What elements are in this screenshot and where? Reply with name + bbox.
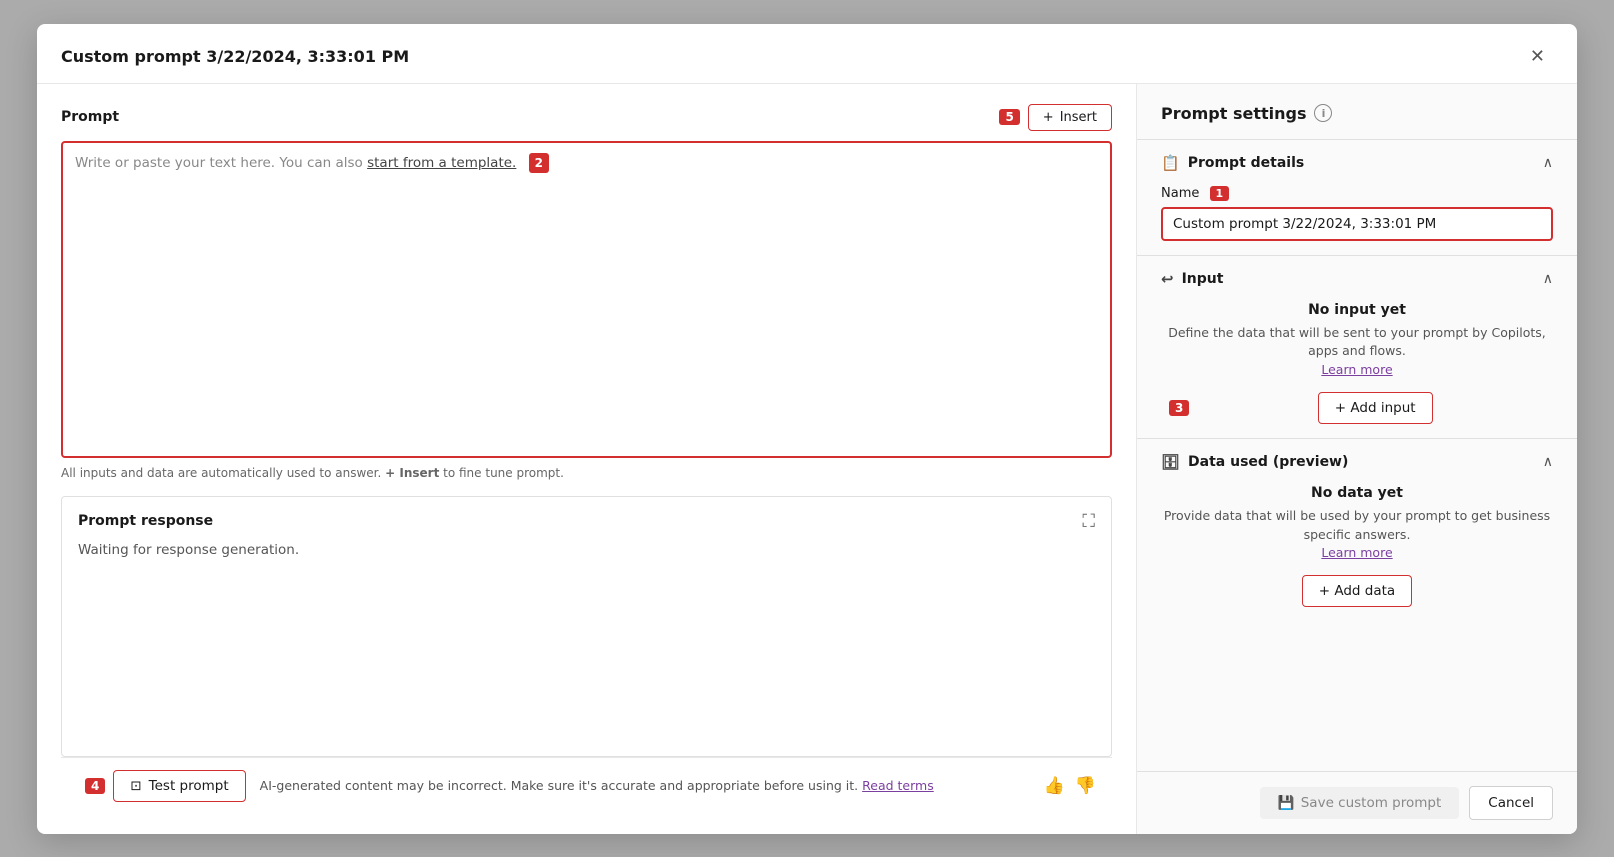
right-panel-header: Prompt settings i xyxy=(1137,84,1577,139)
no-data-desc: Provide data that will be used by your p… xyxy=(1161,507,1553,563)
no-input-desc: Define the data that will be sent to you… xyxy=(1161,324,1553,380)
expand-icon[interactable]: ⛶ xyxy=(1082,511,1095,532)
prompt-details-header[interactable]: 📋 Prompt details ∧ xyxy=(1161,154,1553,172)
data-used-header[interactable]: 🗄 Data used (preview) ∧ xyxy=(1161,453,1553,471)
prompt-details-icon: 📋 xyxy=(1161,154,1180,172)
annotation-badge-5: 5 xyxy=(999,109,1019,125)
prompt-section-header: Prompt 5 + Insert xyxy=(61,104,1112,131)
data-used-content: No data yet Provide data that will be us… xyxy=(1161,485,1553,607)
prompt-details-section: 📋 Prompt details ∧ Name 1 xyxy=(1137,139,1577,255)
add-data-button[interactable]: + Add data xyxy=(1302,575,1412,607)
insert-button[interactable]: + Insert xyxy=(1028,104,1112,131)
input-learn-more-link[interactable]: Learn more xyxy=(1321,362,1392,377)
name-field-label: Name 1 xyxy=(1161,186,1553,201)
modal-body: Prompt 5 + Insert Write or paste your te… xyxy=(37,84,1577,834)
modal-container: Custom prompt 3/22/2024, 3:33:01 PM ✕ Pr… xyxy=(37,24,1577,834)
test-prompt-label: Test prompt xyxy=(149,778,229,794)
response-header: Prompt response ⛶ xyxy=(78,511,1095,532)
data-used-icon: 🗄 xyxy=(1161,453,1180,471)
prompt-section: Prompt 5 + Insert Write or paste your te… xyxy=(61,104,1112,480)
prompt-footer-note: All inputs and data are automatically us… xyxy=(61,466,1112,480)
input-section-header[interactable]: ↩ Input ∧ xyxy=(1161,270,1553,288)
close-icon: ✕ xyxy=(1530,46,1545,66)
input-icon: ↩ xyxy=(1161,270,1174,288)
response-text: Waiting for response generation. xyxy=(78,542,1095,742)
annotation-badge-2: 2 xyxy=(529,153,549,173)
data-used-label: Data used (preview) xyxy=(1188,454,1348,470)
thumbs-up-button[interactable]: 👍 xyxy=(1044,776,1065,796)
bottom-bar: 4 ⊡ Test prompt AI-generated content may… xyxy=(61,757,1112,814)
info-icon[interactable]: i xyxy=(1314,104,1332,122)
test-icon: ⊡ xyxy=(130,778,141,794)
right-panel: Prompt settings i 📋 Prompt details ∧ xyxy=(1137,84,1577,834)
feedback-icons: 👍 👎 xyxy=(1044,776,1096,796)
test-prompt-button[interactable]: ⊡ Test prompt xyxy=(113,770,245,802)
modal-header: Custom prompt 3/22/2024, 3:33:01 PM ✕ xyxy=(37,24,1577,84)
cancel-button[interactable]: Cancel xyxy=(1469,786,1553,820)
save-custom-prompt-button[interactable]: 💾 Save custom prompt xyxy=(1260,787,1459,819)
right-panel-footer: 💾 Save custom prompt Cancel xyxy=(1137,771,1577,834)
add-data-label: + Add data xyxy=(1319,583,1395,599)
name-input[interactable] xyxy=(1161,207,1553,241)
annotation-badge-1: 1 xyxy=(1210,186,1230,201)
prompt-section-label: Prompt xyxy=(61,109,119,125)
left-panel: Prompt 5 + Insert Write or paste your te… xyxy=(37,84,1137,834)
response-section-label: Prompt response xyxy=(78,513,213,529)
no-data-title: No data yet xyxy=(1161,485,1553,501)
add-input-button[interactable]: + Add input xyxy=(1318,392,1433,424)
start-from-template-link[interactable]: start from a template. xyxy=(367,155,516,171)
ai-disclaimer: AI-generated content may be incorrect. M… xyxy=(260,778,1030,793)
no-input-title: No input yet xyxy=(1161,302,1553,318)
data-used-section: 🗄 Data used (preview) ∧ No data yet Prov… xyxy=(1137,438,1577,621)
input-section-content: No input yet Define the data that will b… xyxy=(1161,302,1553,424)
add-input-label: + Add input xyxy=(1335,400,1416,416)
prompt-details-content: Name 1 xyxy=(1161,186,1553,241)
data-learn-more-link[interactable]: Learn more xyxy=(1321,545,1392,560)
prompt-settings-title: Prompt settings xyxy=(1161,104,1306,123)
save-icon: 💾 xyxy=(1278,795,1295,811)
response-section: Prompt response ⛶ Waiting for response g… xyxy=(61,496,1112,757)
input-chevron-icon: ∧ xyxy=(1543,271,1553,287)
data-used-chevron-icon: ∧ xyxy=(1543,454,1553,470)
prompt-details-label: Prompt details xyxy=(1188,155,1305,171)
read-terms-link[interactable]: Read terms xyxy=(862,778,934,793)
save-label: Save custom prompt xyxy=(1301,795,1442,811)
input-section: ↩ Input ∧ No input yet Define the data t… xyxy=(1137,255,1577,438)
prompt-textarea[interactable]: Write or paste your text here. You can a… xyxy=(61,141,1112,458)
input-section-label: Input xyxy=(1182,271,1224,287)
prompt-placeholder: Write or paste your text here. You can a… xyxy=(75,153,1098,173)
insert-label: Insert xyxy=(1060,110,1097,125)
modal-title: Custom prompt 3/22/2024, 3:33:01 PM xyxy=(61,47,409,66)
prompt-details-chevron-icon: ∧ xyxy=(1543,155,1553,171)
insert-plus-icon: + xyxy=(1043,110,1054,125)
annotation-badge-4: 4 xyxy=(85,778,105,794)
close-button[interactable]: ✕ xyxy=(1522,42,1553,71)
annotation-badge-3: 3 xyxy=(1169,400,1189,416)
thumbs-down-button[interactable]: 👎 xyxy=(1075,776,1096,796)
